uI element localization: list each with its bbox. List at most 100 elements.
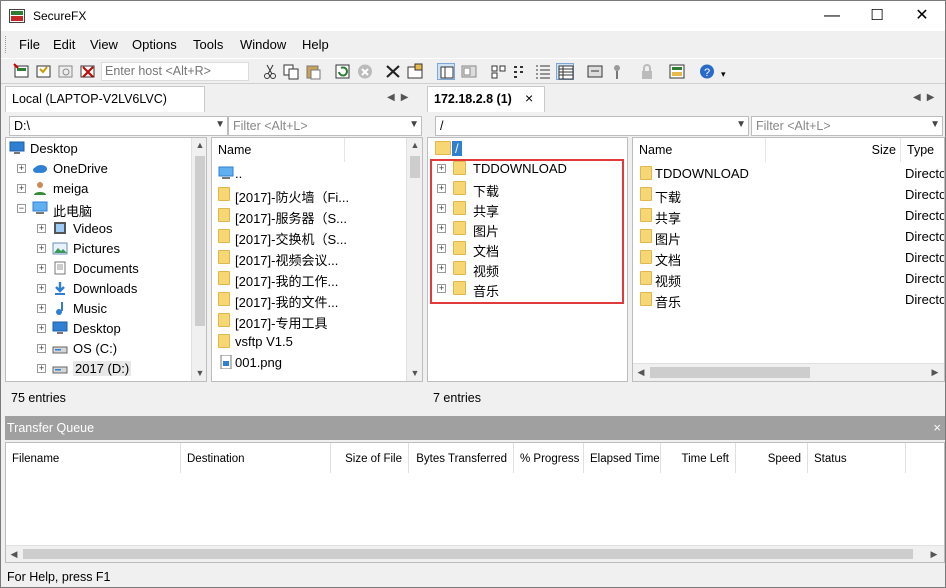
collapse-icon[interactable]: − [17,204,26,213]
details-view-icon[interactable] [556,63,574,80]
expand-icon[interactable]: + [37,324,46,333]
left-tab-scroll-arrows[interactable]: ◀▶ [387,92,414,103]
reconnect-icon[interactable] [57,63,75,80]
chevron-down-icon[interactable]: ▼ [409,119,419,130]
menu-file[interactable]: File [19,37,40,52]
expand-icon[interactable]: + [37,264,46,273]
chevron-down-icon[interactable]: ▼ [930,119,940,130]
remote-file-list[interactable]: Name Size Type TDDOWNLOAD Directo 下载 Direct… [632,137,945,382]
scroll-up-icon[interactable]: ▲ [407,140,422,150]
local-file-row[interactable]: [2017]-交换机（S... [212,227,404,248]
local-file-list[interactable]: Name .. [2017]-防火墙（Fi... [2017]-服务器（S... [2… [211,137,423,382]
local-path-combobox[interactable]: D:\ ▼ [9,116,228,136]
tab-local[interactable]: Local (LAPTOP-V2LV6LVC) [5,86,205,112]
queue-column-header[interactable]: Filename [6,443,181,473]
left-tree-scrollbar[interactable]: ▲ ▼ [191,138,206,381]
local-file-row[interactable]: [2017]-防火墙（Fi... [212,185,404,206]
menu-edit[interactable]: Edit [53,37,75,52]
expand-icon[interactable]: + [37,364,46,373]
left-list-scrollbar[interactable]: ▲ ▼ [406,138,422,381]
expand-icon[interactable]: + [17,184,26,193]
scroll-up-icon[interactable]: ▲ [192,140,206,150]
view-tree-icon[interactable] [437,63,455,80]
sync-icon[interactable] [586,63,604,80]
local-filter-input[interactable]: Filter <Alt+L> ▼ [228,116,422,136]
local-tree-item[interactable]: Desktop [6,139,190,159]
maximize-button[interactable]: ☐ [854,1,900,31]
expand-icon[interactable]: + [37,284,46,293]
remote-file-row[interactable]: 图片 Directo [633,227,944,248]
close-tab-icon[interactable]: × [525,90,533,106]
menu-help[interactable]: Help [302,37,329,52]
queue-column-header[interactable]: Time Left [661,443,736,473]
local-tree-item[interactable]: + Pictures [6,239,190,259]
queue-column-header[interactable]: Bytes Transferred [409,443,514,473]
queue-column-header[interactable]: Size of File [331,443,409,473]
close-icon[interactable]: × [933,420,941,435]
lock-icon[interactable] [638,63,656,80]
scroll-thumb[interactable] [23,549,913,559]
queue-column-header[interactable]: Status [808,443,906,473]
queue-column-header[interactable]: Destination [181,443,331,473]
local-file-row[interactable]: [2017]-我的文件... [212,290,404,311]
remote-column-type[interactable]: Type [901,138,944,162]
remote-list-hscrollbar[interactable]: ◀ ▶ [633,363,944,381]
remote-file-row[interactable]: 音乐 Directo [633,290,944,311]
expand-icon[interactable]: + [37,344,46,353]
remote-column-name[interactable]: Name [633,138,766,162]
list-view-icon[interactable] [534,63,552,80]
expand-icon[interactable]: + [17,164,26,173]
scroll-left-icon[interactable]: ◀ [633,367,649,378]
close-button[interactable]: ✕ [899,1,945,31]
queue-hscrollbar[interactable]: ◀ ▶ [6,545,944,562]
remote-file-row[interactable]: 文档 Directo [633,248,944,269]
local-tree-item[interactable]: + Music [6,299,190,319]
disconnect-icon[interactable] [79,63,97,80]
local-tree-item[interactable]: + Documents [6,259,190,279]
delete-icon[interactable] [384,63,402,80]
local-tree-item[interactable]: − 此电脑 [6,199,190,219]
properties-icon[interactable] [406,63,424,80]
refresh-icon[interactable] [334,63,352,80]
scroll-thumb[interactable] [195,156,205,326]
large-icons-icon[interactable] [490,63,508,80]
menu-options[interactable]: Options [132,37,177,52]
quick-connect-icon[interactable] [35,63,53,80]
right-tab-scroll-arrows[interactable]: ◀▶ [913,92,940,103]
remote-filter-input[interactable]: Filter <Alt+L> ▼ [751,116,943,136]
scroll-left-icon[interactable]: ◀ [6,549,22,560]
remote-tree-root[interactable]: / [428,139,627,159]
session-options-icon[interactable] [668,63,686,80]
local-tree-item[interactable]: + meiga [6,179,190,199]
small-icons-icon[interactable] [512,63,530,80]
remote-file-row[interactable]: 视频 Directo [633,269,944,290]
menu-tools[interactable]: Tools [193,37,223,52]
scroll-thumb[interactable] [650,367,810,378]
toolbar-overflow-icon[interactable]: ▾ [721,69,729,86]
local-tree-item[interactable]: +2017 (D:) [6,359,190,379]
scroll-thumb[interactable] [410,156,420,178]
transfer-queue-list[interactable]: Filename Destination Size of File Bytes Tra… [5,442,945,563]
remote-file-row[interactable]: TDDOWNLOAD Directo [633,164,944,185]
enter-host-input[interactable]: Enter host <Alt+R> [101,62,249,81]
menu-window[interactable]: Window [240,37,286,52]
local-folder-tree[interactable]: Desktop + OneDrive + meiga − 此电脑 + Videos + Pictur… [5,137,207,382]
remote-path-combobox[interactable]: / ▼ [435,116,749,136]
remote-file-row[interactable]: 下载 Directo [633,185,944,206]
paste-icon[interactable] [304,63,322,80]
local-tree-item[interactable]: + Videos [6,219,190,239]
local-file-row[interactable]: [2017]-视频会议... [212,248,404,269]
remote-file-row[interactable]: 共享 Directo [633,206,944,227]
scroll-right-icon[interactable]: ▶ [926,549,942,560]
minimize-button[interactable]: — [809,1,855,31]
local-file-row[interactable]: [2017]-我的工作... [212,269,404,290]
local-file-row[interactable]: [2017]-专用工具 [212,311,404,332]
scroll-down-icon[interactable]: ▼ [407,368,422,378]
copy-icon[interactable] [282,63,300,80]
local-file-row[interactable]: vsftp V1.5 [212,332,404,353]
expand-icon[interactable]: + [37,304,46,313]
scroll-down-icon[interactable]: ▼ [192,368,206,378]
local-column-name[interactable]: Name [212,138,345,162]
local-tree-item[interactable]: + OneDrive [6,159,190,179]
queue-column-header[interactable]: Elapsed Time [584,443,661,473]
